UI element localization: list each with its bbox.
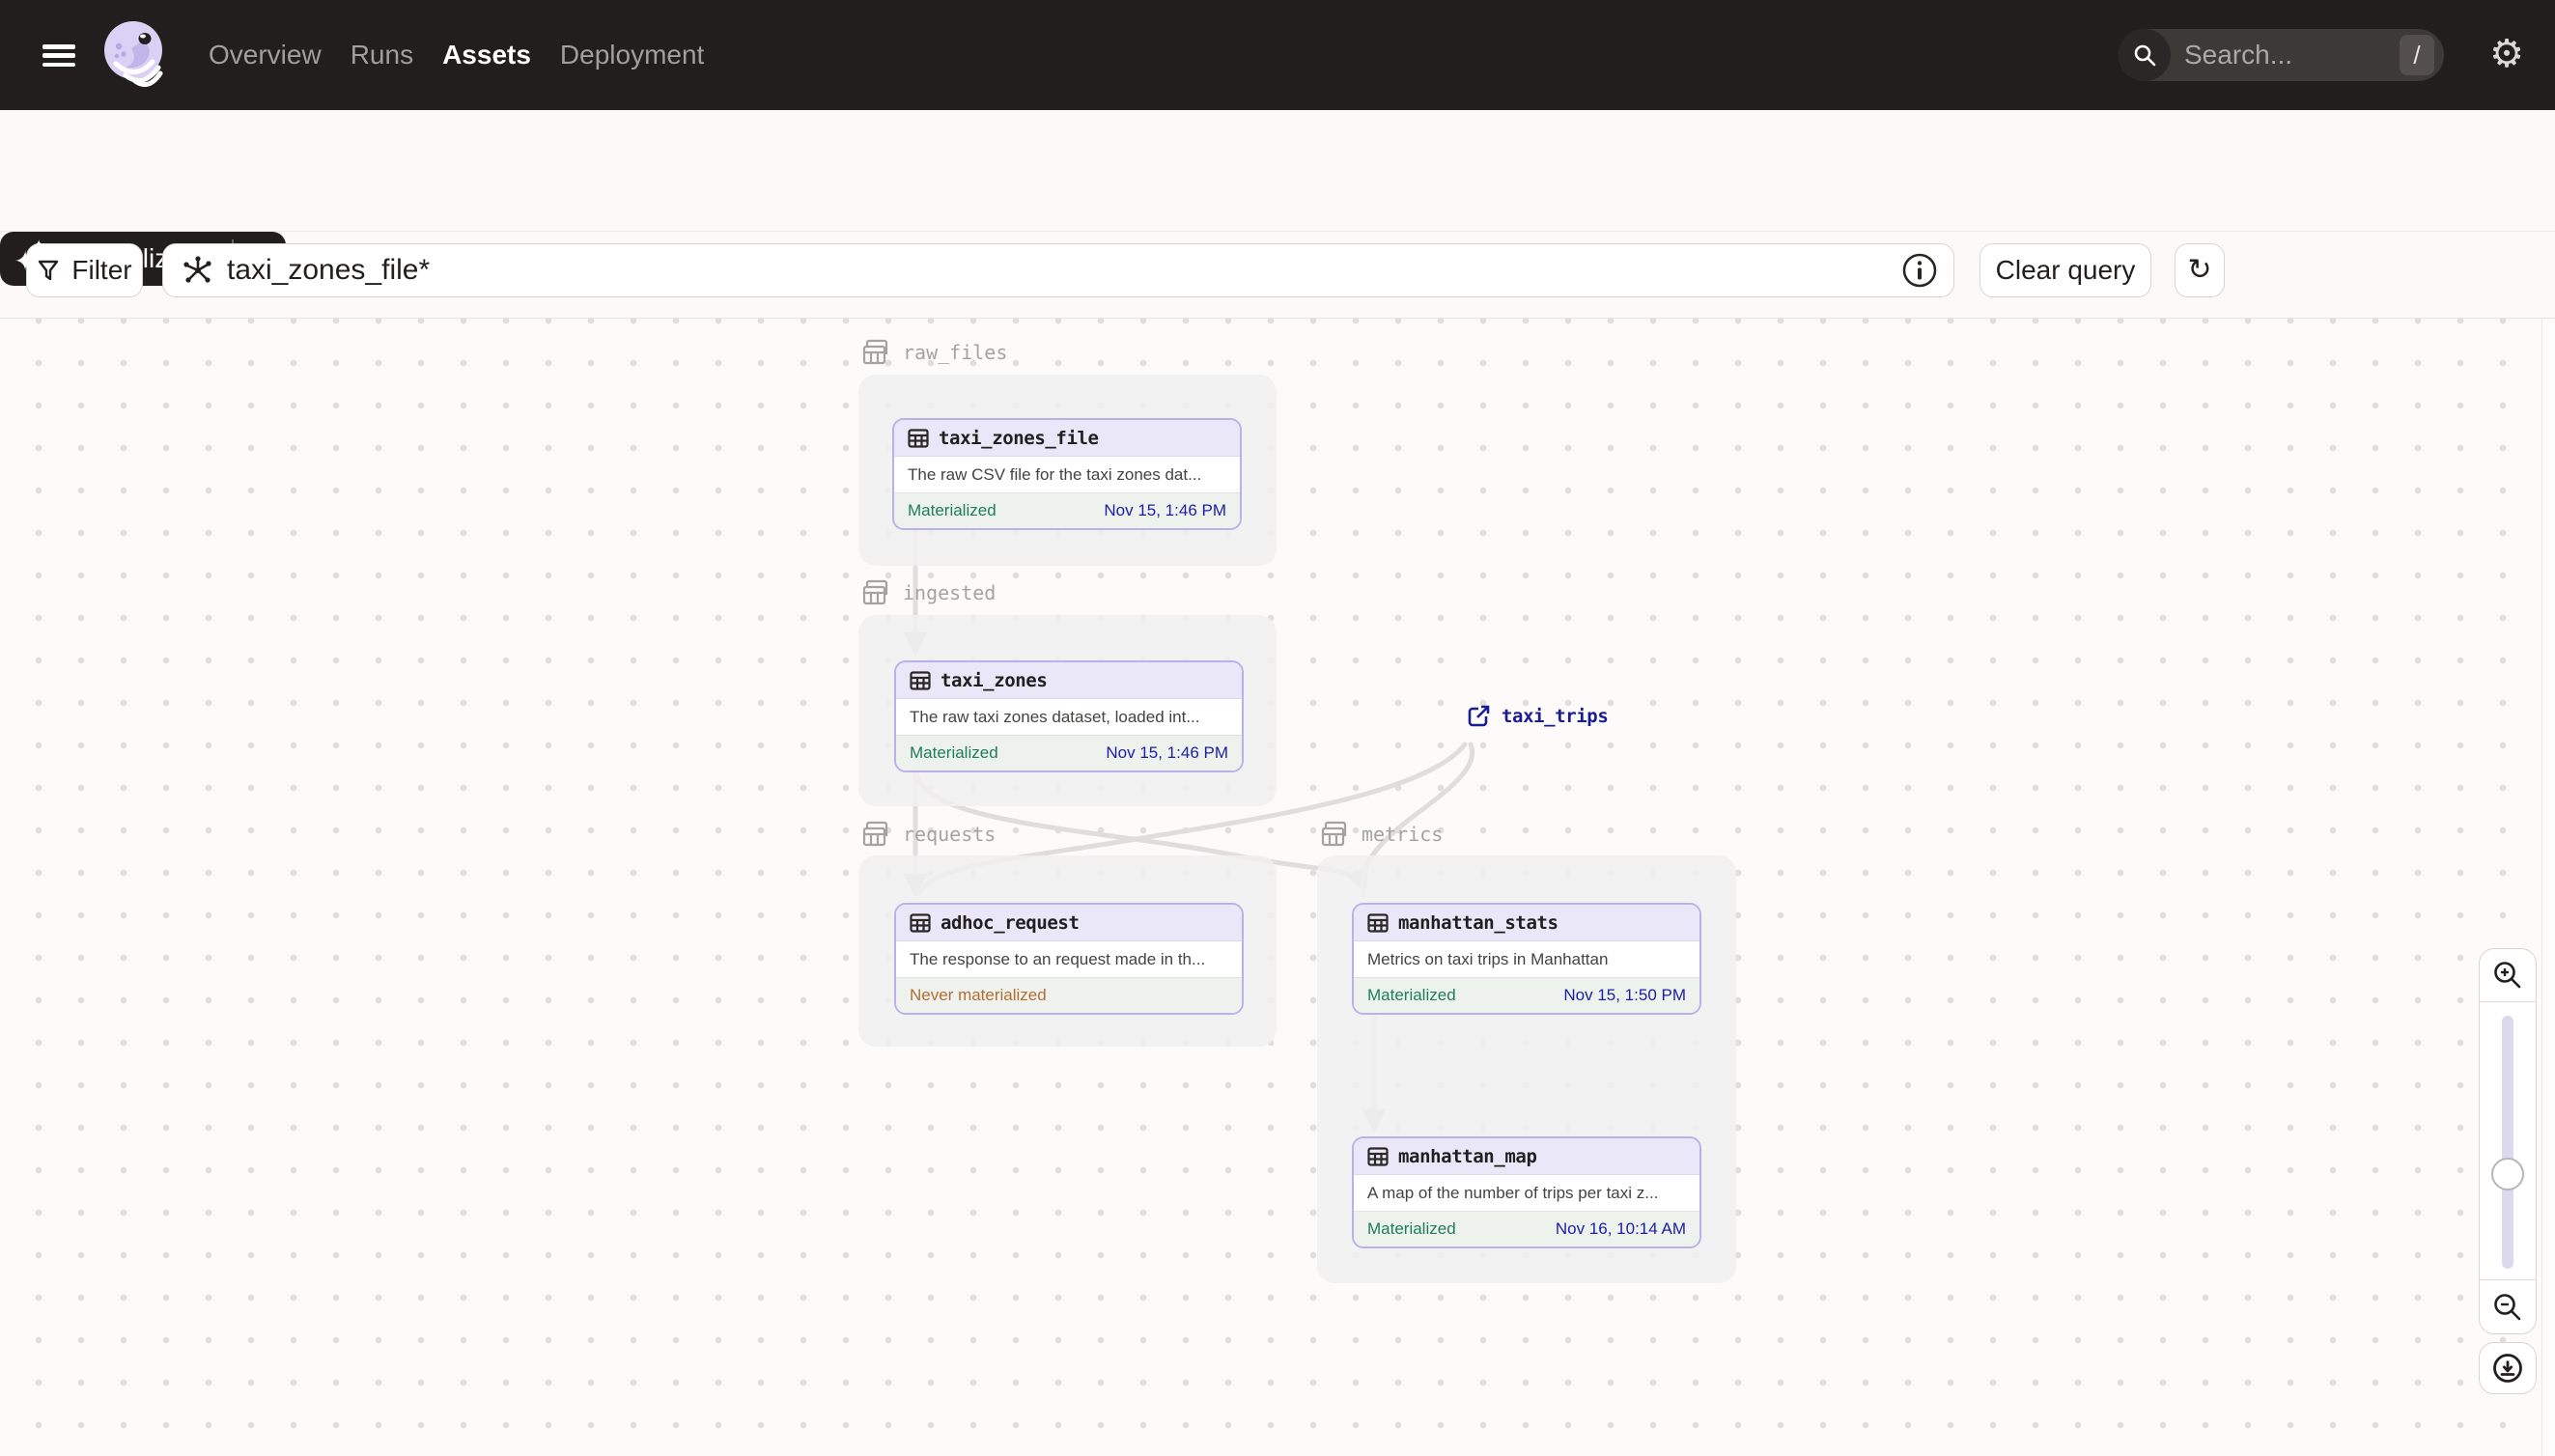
page-header: Global Asset Lineage ↻ Reload definition… <box>0 110 2555 304</box>
asset-node-manhattan-map[interactable]: manhattan_map A map of the number of tri… <box>1352 1136 1701 1248</box>
asset-name: manhattan_stats <box>1398 911 1558 934</box>
asset-node-header: taxi_zones_file <box>894 420 1240 457</box>
status-badge: Materialized <box>1367 1219 1456 1238</box>
zoom-in-icon <box>2494 962 2521 989</box>
lineage-edges <box>903 526 1475 1134</box>
external-asset-taxi-trips[interactable]: taxi_trips <box>1467 704 1609 729</box>
asset-name: manhattan_map <box>1398 1145 1537 1167</box>
group-label-raw-files: raw_files <box>862 339 1007 366</box>
group-tables-icon <box>862 339 888 365</box>
clear-query-label: Clear query <box>1995 255 2136 285</box>
asset-node-taxi-zones-file[interactable]: taxi_zones_file The raw CSV file for the… <box>892 418 1242 530</box>
nav-item-runs[interactable]: Runs <box>351 40 413 70</box>
refresh-icon: ↻ <box>2187 253 2212 287</box>
asset-status-bar: Materialized Nov 15, 1:50 PM <box>1354 977 1699 1013</box>
dagster-logo-icon[interactable] <box>102 19 172 93</box>
group-tables-icon <box>862 821 888 847</box>
materialization-timestamp[interactable]: Nov 15, 1:46 PM <box>1106 743 1228 763</box>
zoom-out-button[interactable] <box>2480 1280 2536 1333</box>
status-badge: Materialized <box>908 501 997 519</box>
zoom-slider-thumb[interactable] <box>2491 1158 2524 1190</box>
asset-node-manhattan-stats[interactable]: manhattan_stats Metrics on taxi trips in… <box>1352 903 1701 1015</box>
asset-query-input[interactable]: taxi_zones_file* <box>162 243 1954 297</box>
menu-icon[interactable] <box>42 44 75 67</box>
table-icon <box>1367 912 1389 933</box>
asset-name: taxi_zones_file <box>939 427 1099 449</box>
group-name: raw_files <box>903 341 1008 364</box>
asset-description: The raw CSV file for the taxi zones dat.… <box>908 464 1202 484</box>
materialization-timestamp[interactable]: Nov 15, 1:50 PM <box>1563 986 1686 1005</box>
group-tables-icon <box>862 579 888 605</box>
table-icon <box>908 428 929 448</box>
status-badge: Materialized <box>1367 986 1456 1004</box>
query-value: taxi_zones_file* <box>227 254 431 286</box>
search-input[interactable]: Search... / <box>2119 29 2444 81</box>
materialization-timestamp[interactable]: Nov 15, 1:46 PM <box>1104 501 1226 520</box>
group-name: metrics <box>1362 823 1444 846</box>
lineage-canvas[interactable]: raw_files ingested requests metrics taxi… <box>0 319 2555 1456</box>
nav-item-overview[interactable]: Overview <box>209 40 322 70</box>
nav-item-deployment[interactable]: Deployment <box>560 40 704 70</box>
dagster-app: Overview Runs Assets Deployment Search..… <box>0 0 2555 1456</box>
asset-node-taxi-zones[interactable]: taxi_zones The raw taxi zones dataset, l… <box>894 660 1244 772</box>
group-label-metrics: metrics <box>1321 821 1443 848</box>
asset-status-bar: Never materialized <box>896 977 1242 1013</box>
asset-graph-icon <box>183 256 211 283</box>
group-tables-icon <box>1321 821 1347 847</box>
zoom-slider[interactable] <box>2480 1002 2536 1280</box>
zoom-widget <box>2479 948 2537 1334</box>
group-name: ingested <box>903 581 997 604</box>
status-badge: Never materialized <box>910 986 1047 1004</box>
asset-description: The raw taxi zones dataset, loaded int..… <box>910 707 1200 726</box>
lineage-toolbar: Filter taxi_zones_file* Clear query ↻ ✦ … <box>0 232 2555 319</box>
search-shortcut-badge: / <box>2400 35 2434 75</box>
table-icon <box>910 670 931 690</box>
external-link-icon <box>1468 705 1490 727</box>
asset-description: The response to an request made in th... <box>910 949 1206 968</box>
asset-description: A map of the number of trips per taxi z.… <box>1367 1183 1659 1202</box>
status-badge: Materialized <box>910 743 998 762</box>
nav-item-assets[interactable]: Assets <box>442 40 531 70</box>
asset-node-header: manhattan_stats <box>1354 905 1699 941</box>
search-icon <box>2119 29 2171 81</box>
settings-gear-icon[interactable]: ⚙ <box>2480 27 2534 81</box>
group-label-ingested: ingested <box>862 579 996 606</box>
group-name: requests <box>903 823 997 846</box>
group-label-requests: requests <box>862 821 996 848</box>
asset-name: taxi_zones <box>941 669 1048 691</box>
materialization-timestamp[interactable]: Nov 16, 10:14 AM <box>1556 1219 1686 1239</box>
external-asset-name: taxi_trips <box>1502 706 1609 727</box>
download-view-button[interactable] <box>2479 1342 2537 1394</box>
asset-status-bar: Materialized Nov 15, 1:46 PM <box>896 735 1242 770</box>
download-icon <box>2493 1354 2522 1383</box>
sparkle-icon: ✦ ✦ <box>14 237 45 277</box>
asset-node-header: taxi_zones <box>896 662 1242 699</box>
zoom-slider-track[interactable] <box>2502 1016 2513 1269</box>
zoom-out-icon <box>2494 1293 2521 1320</box>
filter-label: Filter <box>71 255 132 285</box>
asset-node-header: adhoc_request <box>896 905 1242 941</box>
asset-node-adhoc-request[interactable]: adhoc_request The response to an request… <box>894 903 1244 1015</box>
canvas-scrollbar-gutter[interactable] <box>2541 319 2555 1456</box>
asset-description: Metrics on taxi trips in Manhattan <box>1367 949 1609 968</box>
table-icon <box>1367 1146 1389 1166</box>
search-placeholder: Search... <box>2184 40 2293 70</box>
zoom-in-button[interactable] <box>2480 949 2536 1002</box>
nav-links: Overview Runs Assets Deployment <box>209 0 704 110</box>
info-icon[interactable] <box>1901 252 1938 289</box>
asset-node-header: manhattan_map <box>1354 1138 1699 1175</box>
asset-name: adhoc_request <box>941 911 1080 934</box>
top-nav: Overview Runs Assets Deployment Search..… <box>0 0 2555 110</box>
asset-status-bar: Materialized Nov 15, 1:46 PM <box>894 492 1240 528</box>
clear-query-button[interactable]: Clear query <box>1979 243 2151 297</box>
refresh-query-button[interactable]: ↻ <box>2175 243 2225 297</box>
asset-status-bar: Materialized Nov 16, 10:14 AM <box>1354 1211 1699 1246</box>
table-icon <box>910 912 931 933</box>
